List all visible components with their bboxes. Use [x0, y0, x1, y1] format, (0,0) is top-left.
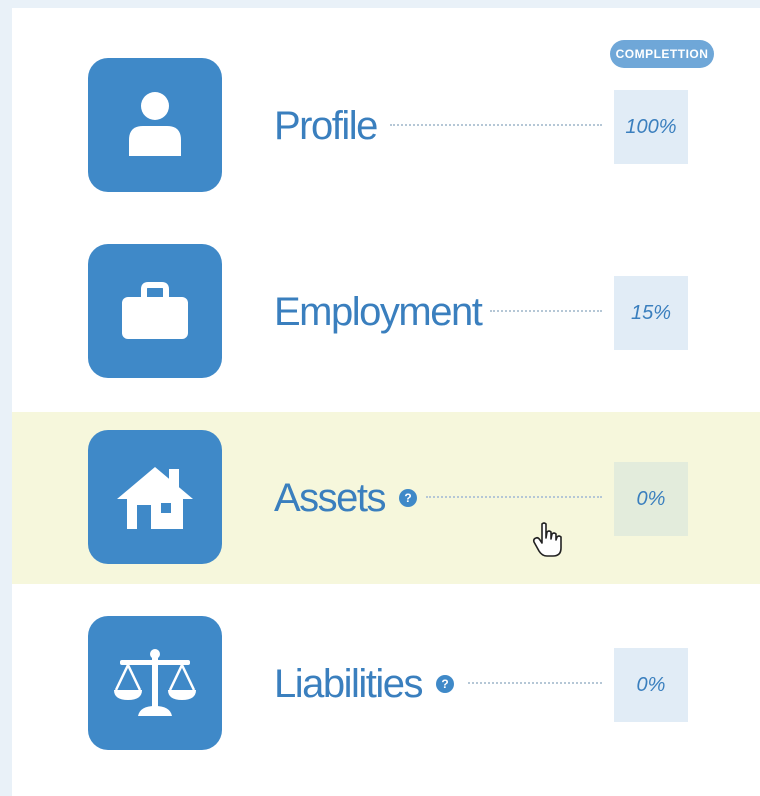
completion-percent: 100%	[614, 90, 688, 164]
help-icon[interactable]: ?	[436, 675, 455, 693]
completion-percent: 15%	[614, 276, 688, 350]
briefcase-icon	[122, 282, 188, 339]
section-label-employment[interactable]: Employment	[274, 226, 483, 398]
section-name: Liabilities	[274, 661, 424, 706]
section-row-employment[interactable]: Employment 15%	[12, 226, 760, 398]
section-label-profile[interactable]: Profile	[274, 40, 378, 212]
profile-tile[interactable]	[88, 58, 222, 192]
dotted-leader	[390, 124, 602, 126]
help-icon[interactable]: ?	[399, 489, 418, 507]
liabilities-tile[interactable]	[88, 616, 222, 750]
section-row-liabilities[interactable]: Liabilities ? 0%	[12, 598, 760, 770]
dotted-leader	[490, 310, 602, 312]
completion-percent: 0%	[614, 648, 688, 722]
assets-tile[interactable]	[88, 430, 222, 564]
scales-icon	[114, 649, 196, 716]
section-label-assets[interactable]: Assets ?	[274, 412, 418, 584]
section-label-liabilities[interactable]: Liabilities ?	[274, 598, 455, 770]
dotted-leader	[468, 682, 602, 684]
house-icon	[117, 467, 193, 529]
completion-percent: 0%	[614, 462, 688, 536]
section-row-assets[interactable]: Assets ? 0%	[12, 412, 760, 584]
section-name: Assets	[274, 475, 387, 520]
section-row-profile[interactable]: Profile 100%	[12, 40, 760, 212]
hand-cursor-icon	[532, 522, 562, 557]
section-name: Employment	[274, 289, 483, 334]
employment-tile[interactable]	[88, 244, 222, 378]
person-icon	[129, 92, 181, 156]
section-name: Profile	[274, 103, 378, 148]
dotted-leader	[426, 496, 602, 498]
